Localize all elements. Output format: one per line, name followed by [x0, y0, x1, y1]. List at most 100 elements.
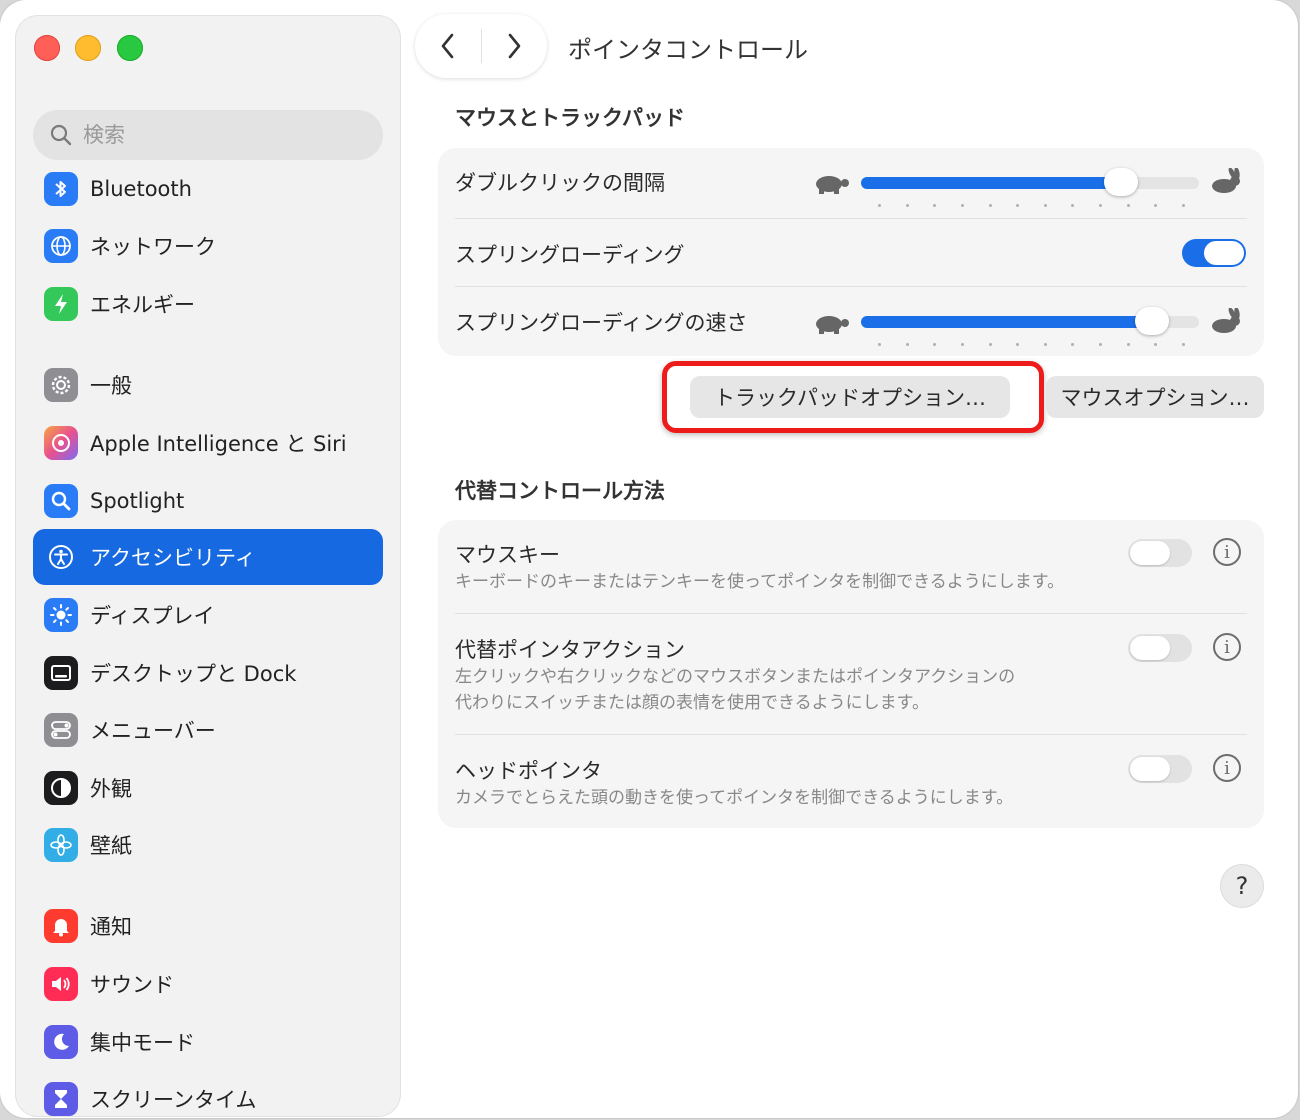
alt-pointer-toggle[interactable]	[1128, 634, 1192, 662]
sidebar-item-label: ネットワーク	[90, 235, 216, 259]
slider-tick	[1154, 343, 1157, 346]
double-click-slider[interactable]	[861, 168, 1199, 207]
head-pointer-toggle[interactable]	[1128, 755, 1192, 783]
chevron-left-icon	[441, 33, 454, 59]
spring-speed-slider[interactable]	[861, 307, 1199, 346]
slider-tick	[878, 343, 881, 346]
zoom-button[interactable]	[117, 35, 143, 61]
slider-tick	[1182, 204, 1185, 207]
slider-knob[interactable]	[1135, 307, 1169, 335]
sidebar-item-spotlight[interactable]: Spotlight	[33, 473, 383, 529]
speaker-icon	[44, 967, 78, 1001]
spring-loading-toggle[interactable]	[1182, 239, 1246, 267]
double-click-label: ダブルクリックの間隔	[455, 171, 665, 195]
highlight-box	[662, 361, 1044, 433]
magnifier-icon	[44, 484, 78, 518]
sidebar-item-display[interactable]: ディスプレイ	[33, 587, 383, 643]
sidebar-item-label: Bluetooth	[90, 177, 192, 201]
sidebar-item-apple-intelligence[interactable]: Apple Intelligence と Siri	[33, 415, 383, 471]
gear-icon	[44, 368, 78, 402]
bluetooth-icon	[44, 172, 78, 206]
mouse-options-button[interactable]: マウスオプション…	[1046, 376, 1264, 418]
turtle-icon	[812, 170, 852, 200]
slider-tick	[961, 343, 964, 346]
slider-fill	[861, 177, 1121, 189]
sidebar-item-appearance[interactable]: 外観	[33, 760, 383, 816]
spring-speed-label: スプリングローディングの速さ	[455, 311, 748, 335]
spring-loading-label: スプリングローディング	[455, 243, 685, 267]
mouse-keys-description: キーボードのキーまたはテンキーを使ってポインタを制御できるようにします。	[455, 572, 1065, 592]
page-title: ポインタコントロール	[568, 36, 808, 64]
flower-icon	[44, 828, 78, 862]
row-divider	[455, 734, 1247, 735]
minimize-button[interactable]	[75, 35, 101, 61]
slider-tick	[1071, 343, 1074, 346]
slider-tick	[906, 204, 909, 207]
section-title-mouse-trackpad: マウスとトラックパッド	[455, 106, 685, 130]
back-button[interactable]	[415, 14, 481, 78]
forward-button[interactable]	[482, 14, 548, 78]
appearance-icon	[44, 771, 78, 805]
sidebar-item-focus[interactable]: 集中モード	[33, 1014, 383, 1070]
search-input[interactable]	[81, 122, 365, 148]
sidebar-item-screen-time[interactable]: スクリーンタイム	[33, 1071, 383, 1116]
sidebar-item-label: スクリーンタイム	[90, 1088, 257, 1112]
info-icon[interactable]: i	[1213, 754, 1241, 782]
sidebar-item-accessibility[interactable]: アクセシビリティ	[33, 529, 383, 585]
sidebar-item-label: 集中モード	[90, 1031, 195, 1055]
chevron-right-icon	[508, 33, 521, 59]
help-button[interactable]: ?	[1221, 865, 1263, 907]
sidebar-item-general[interactable]: 一般	[33, 357, 383, 413]
sidebar-item-label: 一般	[90, 374, 132, 398]
close-button[interactable]	[34, 35, 60, 61]
sidebar-item-sound[interactable]: サウンド	[33, 956, 383, 1012]
sidebar-item-energy[interactable]: エネルギー	[33, 276, 383, 332]
slider-tick	[933, 204, 936, 207]
hourglass-icon	[44, 1082, 78, 1116]
alternate-control-card: マウスキー キーボードのキーまたはテンキーを使ってポインタを制御できるようにしま…	[438, 520, 1264, 828]
moon-icon	[44, 1025, 78, 1059]
slider-tick	[906, 343, 909, 346]
toggle-icon	[44, 713, 78, 747]
mouse-trackpad-card: ダブルクリックの間隔 スプリングローディング スプリングローディングの速さ	[438, 148, 1264, 356]
mouse-keys-label: マウスキー	[455, 543, 560, 567]
sidebar-item-label: 通知	[90, 915, 132, 939]
section-title-alternate-control: 代替コントロール方法	[455, 479, 665, 503]
slider-tick	[1016, 204, 1019, 207]
head-pointer-label: ヘッドポインタ	[455, 759, 602, 783]
slider-tick	[989, 204, 992, 207]
row-divider	[455, 286, 1247, 287]
bolt-icon	[44, 287, 78, 321]
slider-knob[interactable]	[1104, 168, 1138, 196]
slider-tick	[1044, 343, 1047, 346]
sidebar-item-label: Apple Intelligence と Siri	[90, 432, 347, 456]
alt-pointer-description-line2: 代わりにスイッチまたは顔の表情を使用できるようにします。	[455, 693, 929, 713]
sidebar-item-bluetooth[interactable]: Bluetooth	[33, 161, 383, 217]
sidebar-item-label: アクセシビリティ	[90, 546, 256, 570]
slider-tick	[933, 343, 936, 346]
search-field[interactable]	[33, 110, 383, 160]
slider-tick	[1044, 204, 1047, 207]
sidebar-item-wallpaper[interactable]: 壁紙	[33, 817, 383, 873]
mouse-keys-toggle[interactable]	[1128, 539, 1192, 567]
slider-tick	[1182, 343, 1185, 346]
sidebar-item-network[interactable]: ネットワーク	[33, 218, 383, 274]
sidebar-item-menubar[interactable]: メニューバー	[33, 702, 383, 758]
info-icon[interactable]: i	[1213, 633, 1241, 661]
sidebar-item-label: メニューバー	[90, 719, 216, 743]
sidebar-item-desktop-dock[interactable]: デスクトップと Dock	[33, 645, 383, 701]
accessibility-icon	[44, 540, 78, 574]
info-icon[interactable]: i	[1213, 538, 1241, 566]
row-divider	[455, 613, 1247, 614]
slider-tick	[989, 343, 992, 346]
slider-tick	[1127, 343, 1130, 346]
globe-icon	[44, 229, 78, 263]
siri-icon	[44, 426, 78, 460]
search-icon	[50, 124, 72, 146]
sidebar-item-notifications[interactable]: 通知	[33, 898, 383, 954]
sidebar-item-label: サウンド	[90, 973, 174, 997]
slider-tick	[1016, 343, 1019, 346]
settings-window: Bluetooth ネットワーク エネルギー 一般	[0, 0, 1298, 1118]
sidebar-item-label: Spotlight	[90, 489, 185, 513]
turtle-icon	[812, 310, 852, 340]
